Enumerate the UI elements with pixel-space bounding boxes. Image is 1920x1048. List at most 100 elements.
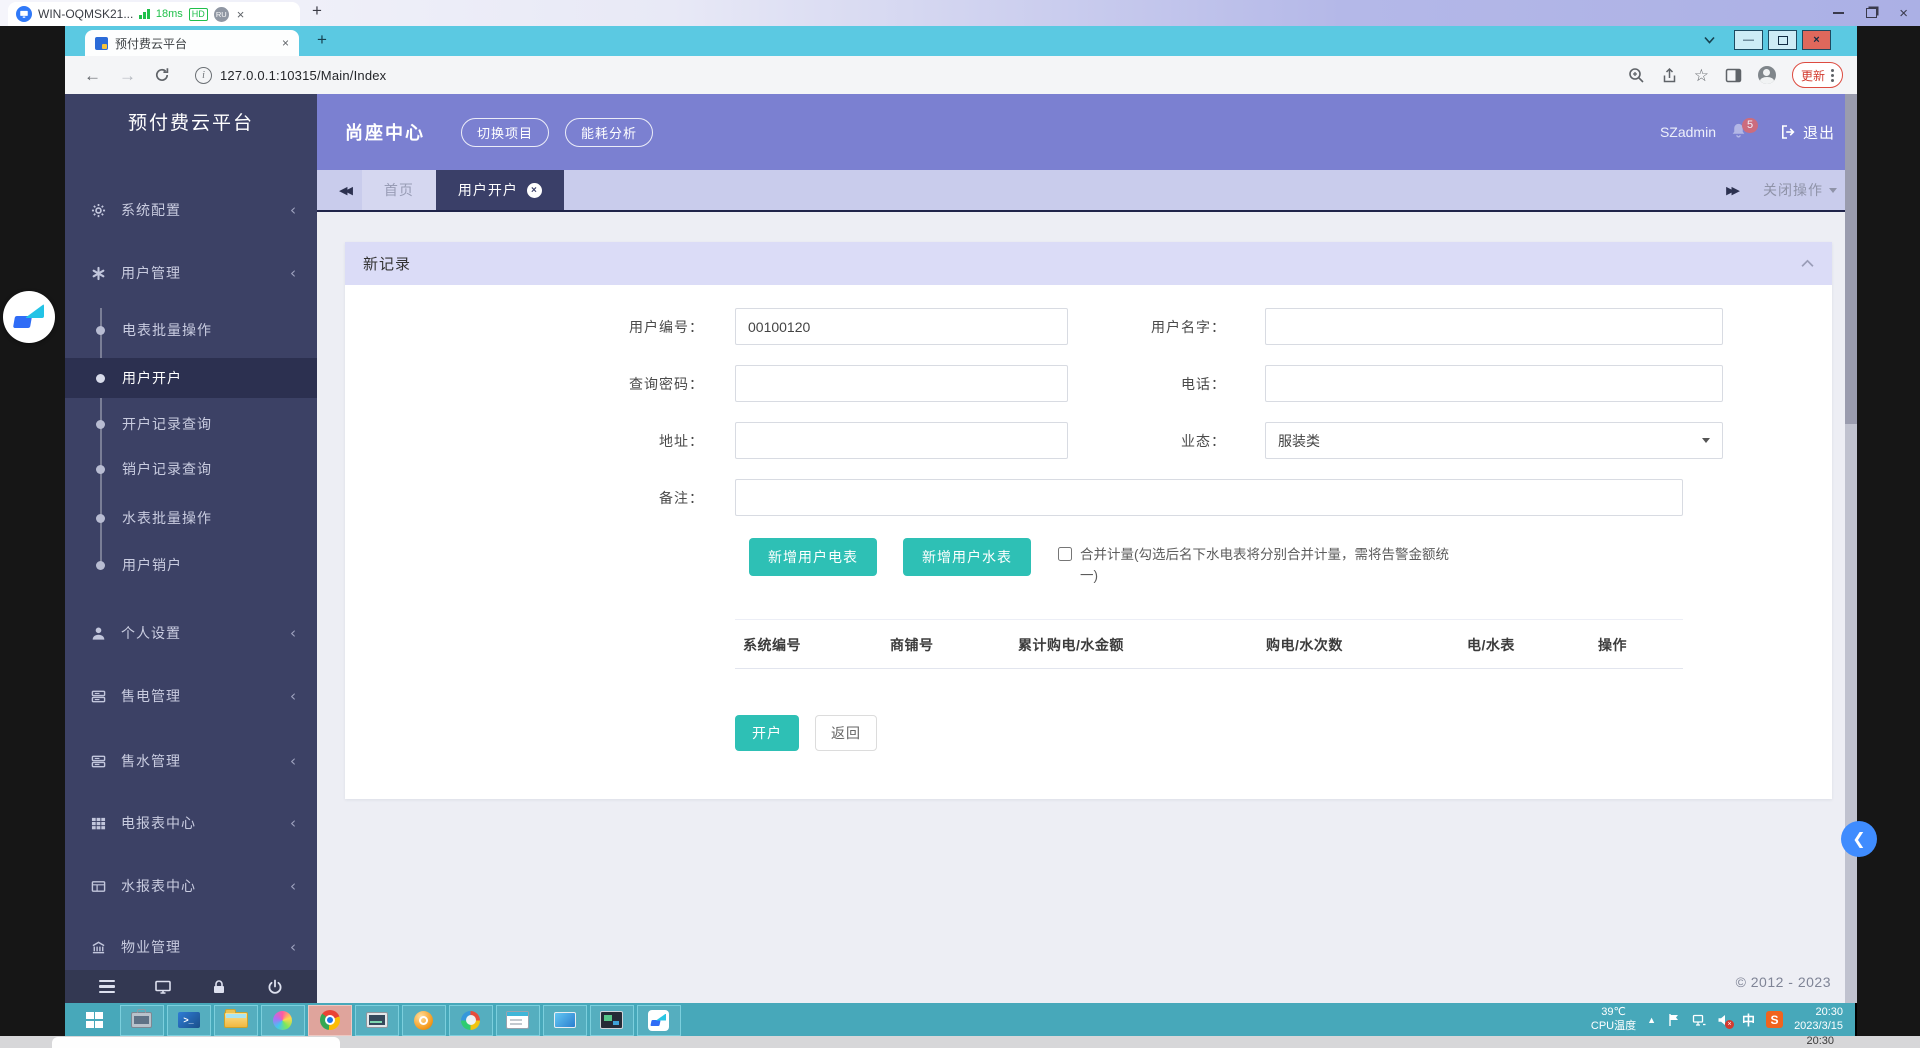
open-account-button[interactable]: 开户 <box>735 715 799 751</box>
timeline-dot-icon <box>96 561 105 570</box>
user-no-input[interactable] <box>735 308 1068 345</box>
add-water-meter-button[interactable]: 新增用户水表 <box>903 538 1031 576</box>
scroll-tabs-right-icon[interactable]: ▶▶ <box>1726 184 1737 197</box>
letterbox-right <box>1857 26 1920 1036</box>
sidebar-subitem-open-record-query[interactable]: 开户记录查询 <box>65 406 317 442</box>
sogou-ime-icon[interactable]: S <box>1766 1011 1783 1028</box>
address-bar[interactable]: 127.0.0.1:10315/Main/Index <box>220 68 386 83</box>
taskbar-item-todesk[interactable] <box>637 1005 681 1036</box>
action-center-flag-icon[interactable] <box>1667 1013 1681 1027</box>
tab-user-open-account[interactable]: 用户开户 × <box>436 170 564 210</box>
todesk-side-handle[interactable]: ❮ <box>1841 821 1877 857</box>
tab-home[interactable]: 首页 <box>362 170 436 210</box>
power-icon[interactable] <box>267 979 283 995</box>
new-tab-button[interactable]: + <box>317 30 327 50</box>
taskbar-item-server-manager[interactable] <box>120 1005 164 1036</box>
cpu-temp-widget[interactable]: 39℃CPU温度 <box>1591 1006 1636 1034</box>
business-type-select[interactable]: 服装类 <box>1265 422 1723 459</box>
kebab-menu-icon[interactable] <box>1831 69 1834 82</box>
share-icon[interactable] <box>1661 67 1678 84</box>
user-name-input[interactable] <box>1265 308 1723 345</box>
taskbar-item-settings-tool[interactable] <box>402 1005 446 1036</box>
sidebar-subitem-meter-batch[interactable]: 电表批量操作 <box>65 312 317 348</box>
tab-close-icon[interactable]: × <box>527 183 542 198</box>
sidebar-subitem-user-close-account[interactable]: 用户销户 <box>65 547 317 583</box>
logout-button[interactable]: 退出 <box>1780 122 1835 143</box>
site-info-icon[interactable]: i <box>195 67 212 84</box>
browser-close-button[interactable]: × <box>1802 30 1831 50</box>
close-operations-dropdown[interactable]: 关闭操作 <box>1763 180 1837 200</box>
browser-update-menu[interactable]: 更新 <box>1792 62 1843 88</box>
remote-close-button[interactable]: × <box>1899 6 1908 21</box>
side-panel-icon[interactable] <box>1725 67 1742 84</box>
sidebar-item-user-management[interactable]: 用户管理 ‹ <box>65 253 317 293</box>
ime-indicator[interactable]: 中 <box>1742 1010 1755 1029</box>
remote-maximize-button[interactable] <box>1866 8 1877 18</box>
zoom-icon[interactable] <box>1628 67 1645 84</box>
taskbar-item-app-window[interactable] <box>496 1005 540 1036</box>
energy-analysis-button[interactable]: 能耗分析 <box>565 118 653 147</box>
address-input[interactable] <box>735 422 1068 459</box>
sidebar-subitem-user-open-account[interactable]: 用户开户 <box>65 358 317 398</box>
lock-icon[interactable] <box>211 979 227 995</box>
remote-session-tab[interactable]: WIN-OQMSK21... 18ms HD RU × <box>8 2 300 26</box>
show-hidden-icons-button[interactable]: ▲ <box>1647 1015 1656 1025</box>
mute-badge-icon: × <box>1725 1020 1734 1029</box>
taskbar-item-remote-window[interactable] <box>590 1005 634 1036</box>
collapse-chevron-icon[interactable] <box>1801 257 1814 270</box>
sidebar-item-water-sales[interactable]: 售水管理 ‹ <box>65 741 317 781</box>
bookmark-star-icon[interactable]: ☆ <box>1694 67 1709 84</box>
sidebar-item-personal-settings[interactable]: 个人设置 ‹ <box>65 613 317 653</box>
caret-down-icon <box>1829 188 1837 193</box>
phone-label: 电话： <box>1108 374 1226 394</box>
browser-minimize-button[interactable]: — <box>1734 30 1763 50</box>
forward-icon[interactable]: → <box>119 67 136 84</box>
hd-quality-badge[interactable]: HD <box>189 8 208 21</box>
scroll-tabs-left-icon[interactable]: ◀◀ <box>339 184 350 197</box>
add-electric-meter-button[interactable]: 新增用户电表 <box>749 538 877 576</box>
sidebar-subitem-close-record-query[interactable]: 销户记录查询 <box>65 451 317 487</box>
new-session-button[interactable]: + <box>312 1 322 21</box>
taskbar-item-file-explorer[interactable] <box>214 1005 258 1036</box>
remark-input[interactable] <box>735 479 1683 516</box>
scrollbar-thumb[interactable] <box>1845 94 1857 424</box>
merge-metering-checkbox[interactable] <box>1058 547 1072 561</box>
tab-close-icon[interactable]: × <box>282 36 289 50</box>
tab-search-chevron-icon[interactable] <box>1704 31 1715 49</box>
sidebar-item-electric-sales[interactable]: 售电管理 ‹ <box>65 676 317 716</box>
taskbar-item-display-tool[interactable] <box>543 1005 587 1036</box>
remote-minimize-button[interactable] <box>1833 12 1844 14</box>
taskbar-item-powershell[interactable]: >_ <box>167 1005 211 1036</box>
sidebar-item-water-report-center[interactable]: 水报表中心 ‹ <box>65 866 317 906</box>
start-button[interactable] <box>73 1005 117 1036</box>
close-session-icon[interactable]: × <box>237 7 245 22</box>
back-icon[interactable]: ← <box>84 67 101 84</box>
sidebar-subitem-water-meter-batch[interactable]: 水表批量操作 <box>65 500 317 536</box>
taskbar-item-chrome[interactable] <box>308 1005 352 1036</box>
notification-bell-icon[interactable]: 5 <box>1730 122 1750 142</box>
switch-project-button[interactable]: 切换项目 <box>461 118 549 147</box>
browser-tab[interactable]: 预付费云平台 × <box>85 30 299 56</box>
query-password-input[interactable] <box>735 365 1068 402</box>
taskbar-item-system-monitor[interactable] <box>355 1005 399 1036</box>
network-status-icon[interactable] <box>1692 1013 1706 1027</box>
browser-scrollbar[interactable] <box>1845 94 1857 1003</box>
session-user-badge: RU <box>214 7 229 22</box>
taskbar-item-media-app[interactable] <box>261 1005 305 1036</box>
reload-icon[interactable] <box>154 67 170 83</box>
monitor-icon[interactable] <box>155 979 171 995</box>
sidebar-item-electric-report-center[interactable]: 电报表中心 ‹ <box>65 803 317 843</box>
sidebar-item-property-management[interactable]: 物业管理 ‹ <box>65 927 317 967</box>
phone-input[interactable] <box>1265 365 1723 402</box>
taskbar-item-network-tool[interactable] <box>449 1005 493 1036</box>
todesk-floating-ball[interactable] <box>3 291 55 343</box>
clock-widget[interactable]: 20:302023/3/15 <box>1794 1006 1843 1034</box>
browser-maximize-button[interactable] <box>1768 30 1797 50</box>
back-button[interactable]: 返回 <box>815 715 877 751</box>
volume-muted-icon[interactable]: × <box>1717 1013 1731 1027</box>
timeline-dot-icon <box>96 374 105 383</box>
username-label[interactable]: SZadmin <box>1660 124 1716 140</box>
profile-avatar-icon[interactable] <box>1758 66 1776 84</box>
menu-hamburger-icon[interactable] <box>99 980 115 994</box>
sidebar-item-system-config[interactable]: 系统配置 ‹ <box>65 190 317 230</box>
